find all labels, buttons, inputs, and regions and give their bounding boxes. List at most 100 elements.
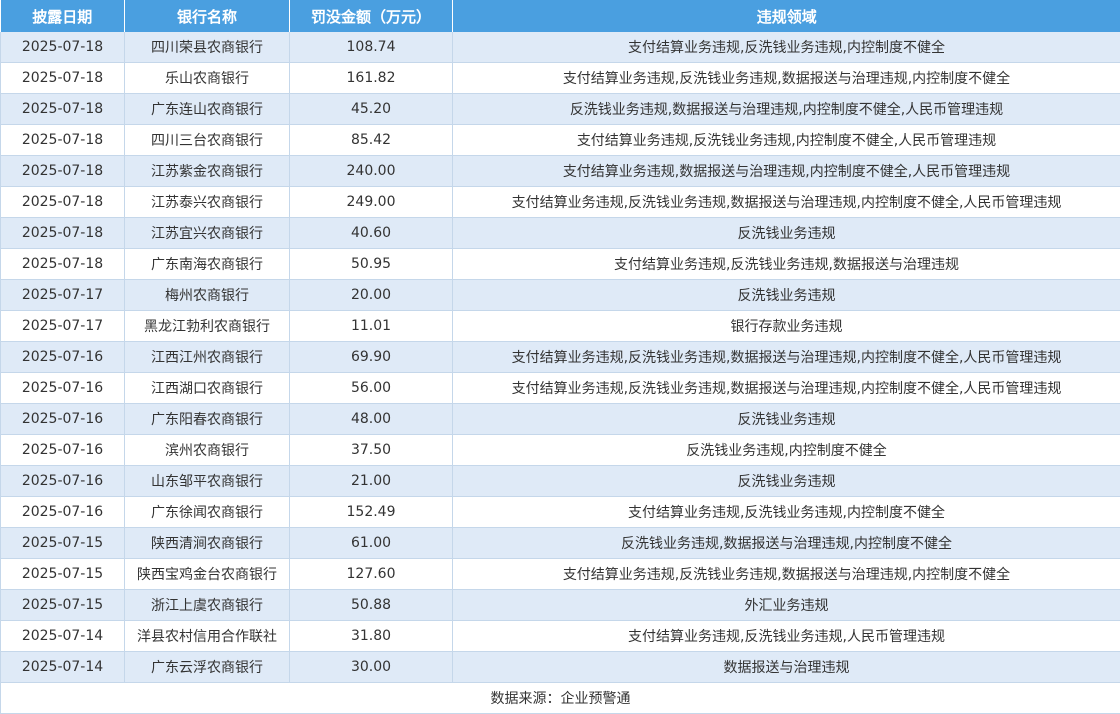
cell-date: 2025-07-18 [0, 124, 125, 156]
cell-area: 反洗钱业务违规 [452, 403, 1120, 435]
table-row: 2025-07-14 洋县农村信用合作联社 31.80 支付结算业务违规,反洗钱业务违… [0, 620, 1120, 652]
cell-bank: 陕西宝鸡金台农商银行 [124, 558, 290, 590]
cell-bank: 广东南海农商银行 [124, 248, 290, 280]
table-body: 2025-07-18 四川荣县农商银行 108.74 支付结算业务违规,反洗钱业务违规… [0, 32, 1120, 683]
cell-amount: 69.90 [289, 341, 453, 373]
cell-amount: 85.42 [289, 124, 453, 156]
cell-bank: 陕西清涧农商银行 [124, 527, 290, 559]
cell-bank: 广东阳春农商银行 [124, 403, 290, 435]
cell-date: 2025-07-15 [0, 558, 125, 590]
table-row: 2025-07-17 梅州农商银行 20.00 反洗钱业务违规 [0, 279, 1120, 311]
table-row: 2025-07-18 四川荣县农商银行 108.74 支付结算业务违规,反洗钱业务违规… [0, 32, 1120, 63]
cell-date: 2025-07-15 [0, 589, 125, 621]
cell-amount: 240.00 [289, 155, 453, 187]
cell-area: 支付结算业务违规,反洗钱业务违规,内控制度不健全,人民币管理违规 [452, 124, 1120, 156]
cell-area: 支付结算业务违规,反洗钱业务违规,数据报送与治理违规,内控制度不健全,人民币管理… [452, 372, 1120, 404]
cell-date: 2025-07-18 [0, 155, 125, 187]
cell-bank: 江苏紫金农商银行 [124, 155, 290, 187]
table-row: 2025-07-16 山东邹平农商银行 21.00 反洗钱业务违规 [0, 465, 1120, 497]
cell-amount: 21.00 [289, 465, 453, 497]
cell-amount: 45.20 [289, 93, 453, 125]
cell-bank: 乐山农商银行 [124, 62, 290, 94]
cell-amount: 48.00 [289, 403, 453, 435]
cell-date: 2025-07-17 [0, 310, 125, 342]
cell-amount: 108.74 [289, 32, 453, 63]
table-row: 2025-07-17 黑龙江勃利农商银行 11.01 银行存款业务违规 [0, 310, 1120, 342]
cell-amount: 50.95 [289, 248, 453, 280]
cell-amount: 161.82 [289, 62, 453, 94]
cell-bank: 江西江州农商银行 [124, 341, 290, 373]
header-amount: 罚没金额（万元） [289, 0, 453, 32]
table-row: 2025-07-16 滨州农商银行 37.50 反洗钱业务违规,内控制度不健全 [0, 434, 1120, 466]
table-row: 2025-07-16 广东阳春农商银行 48.00 反洗钱业务违规 [0, 403, 1120, 435]
header-area: 违规领域 [452, 0, 1120, 32]
table-row: 2025-07-18 江苏宜兴农商银行 40.60 反洗钱业务违规 [0, 217, 1120, 249]
cell-amount: 127.60 [289, 558, 453, 590]
table-row: 2025-07-15 浙江上虞农商银行 50.88 外汇业务违规 [0, 589, 1120, 621]
cell-bank: 江西湖口农商银行 [124, 372, 290, 404]
table-row: 2025-07-18 广东连山农商银行 45.20 反洗钱业务违规,数据报送与治理违规… [0, 93, 1120, 125]
cell-area: 数据报送与治理违规 [452, 651, 1120, 683]
cell-amount: 37.50 [289, 434, 453, 466]
cell-bank: 黑龙江勃利农商银行 [124, 310, 290, 342]
penalty-table: 披露日期 银行名称 罚没金额（万元） 违规领域 2025-07-18 四川荣县农商… [0, 0, 1120, 714]
cell-area: 支付结算业务违规,反洗钱业务违规,人民币管理违规 [452, 620, 1120, 652]
cell-bank: 山东邹平农商银行 [124, 465, 290, 497]
cell-date: 2025-07-18 [0, 217, 125, 249]
cell-amount: 152.49 [289, 496, 453, 528]
cell-amount: 20.00 [289, 279, 453, 311]
table-row: 2025-07-18 江苏紫金农商银行 240.00 支付结算业务违规,数据报送与治理… [0, 155, 1120, 187]
cell-area: 支付结算业务违规,反洗钱业务违规,内控制度不健全 [452, 32, 1120, 63]
cell-bank: 滨州农商银行 [124, 434, 290, 466]
cell-area: 支付结算业务违规,反洗钱业务违规,数据报送与治理违规,内控制度不健全,人民币管理… [452, 186, 1120, 218]
cell-area: 支付结算业务违规,反洗钱业务违规,内控制度不健全 [452, 496, 1120, 528]
footer-row: 数据来源：企业预警通 [0, 682, 1120, 714]
cell-amount: 56.00 [289, 372, 453, 404]
table-row: 2025-07-16 广东徐闻农商银行 152.49 支付结算业务违规,反洗钱业务违规… [0, 496, 1120, 528]
cell-bank: 江苏宜兴农商银行 [124, 217, 290, 249]
cell-bank: 梅州农商银行 [124, 279, 290, 311]
cell-date: 2025-07-18 [0, 93, 125, 125]
cell-area: 反洗钱业务违规,内控制度不健全 [452, 434, 1120, 466]
cell-amount: 61.00 [289, 527, 453, 559]
cell-date: 2025-07-14 [0, 620, 125, 652]
cell-bank: 四川荣县农商银行 [124, 32, 290, 63]
cell-area: 反洗钱业务违规,数据报送与治理违规,内控制度不健全 [452, 527, 1120, 559]
cell-area: 外汇业务违规 [452, 589, 1120, 621]
cell-amount: 50.88 [289, 589, 453, 621]
cell-bank: 浙江上虞农商银行 [124, 589, 290, 621]
cell-area: 支付结算业务违规,反洗钱业务违规,数据报送与治理违规,内控制度不健全 [452, 62, 1120, 94]
cell-amount: 40.60 [289, 217, 453, 249]
cell-bank: 四川三台农商银行 [124, 124, 290, 156]
cell-bank: 洋县农村信用合作联社 [124, 620, 290, 652]
header-date: 披露日期 [0, 0, 125, 32]
cell-date: 2025-07-16 [0, 465, 125, 497]
cell-area: 支付结算业务违规,反洗钱业务违规,数据报送与治理违规,内控制度不健全,人民币管理… [452, 341, 1120, 373]
header-bank: 银行名称 [124, 0, 290, 32]
cell-area: 反洗钱业务违规 [452, 465, 1120, 497]
cell-date: 2025-07-15 [0, 527, 125, 559]
cell-area: 支付结算业务违规,反洗钱业务违规,数据报送与治理违规,内控制度不健全 [452, 558, 1120, 590]
cell-area: 支付结算业务违规,反洗钱业务违规,数据报送与治理违规 [452, 248, 1120, 280]
table-row: 2025-07-16 江西湖口农商银行 56.00 支付结算业务违规,反洗钱业务违规,… [0, 372, 1120, 404]
cell-date: 2025-07-18 [0, 32, 125, 63]
cell-area: 反洗钱业务违规 [452, 217, 1120, 249]
cell-area: 银行存款业务违规 [452, 310, 1120, 342]
data-source-note: 数据来源：企业预警通 [0, 682, 1120, 714]
cell-bank: 广东徐闻农商银行 [124, 496, 290, 528]
table-row: 2025-07-16 江西江州农商银行 69.90 支付结算业务违规,反洗钱业务违规,… [0, 341, 1120, 373]
table-row: 2025-07-18 广东南海农商银行 50.95 支付结算业务违规,反洗钱业务违规,… [0, 248, 1120, 280]
cell-area: 反洗钱业务违规,数据报送与治理违规,内控制度不健全,人民币管理违规 [452, 93, 1120, 125]
cell-date: 2025-07-18 [0, 248, 125, 280]
cell-date: 2025-07-14 [0, 651, 125, 683]
cell-date: 2025-07-18 [0, 62, 125, 94]
table-row: 2025-07-15 陕西清涧农商银行 61.00 反洗钱业务违规,数据报送与治理违规… [0, 527, 1120, 559]
table-row: 2025-07-18 江苏泰兴农商银行 249.00 支付结算业务违规,反洗钱业务违规… [0, 186, 1120, 218]
cell-amount: 30.00 [289, 651, 453, 683]
cell-bank: 广东云浮农商银行 [124, 651, 290, 683]
cell-date: 2025-07-16 [0, 496, 125, 528]
cell-bank: 广东连山农商银行 [124, 93, 290, 125]
cell-area: 反洗钱业务违规 [452, 279, 1120, 311]
cell-bank: 江苏泰兴农商银行 [124, 186, 290, 218]
cell-date: 2025-07-16 [0, 434, 125, 466]
